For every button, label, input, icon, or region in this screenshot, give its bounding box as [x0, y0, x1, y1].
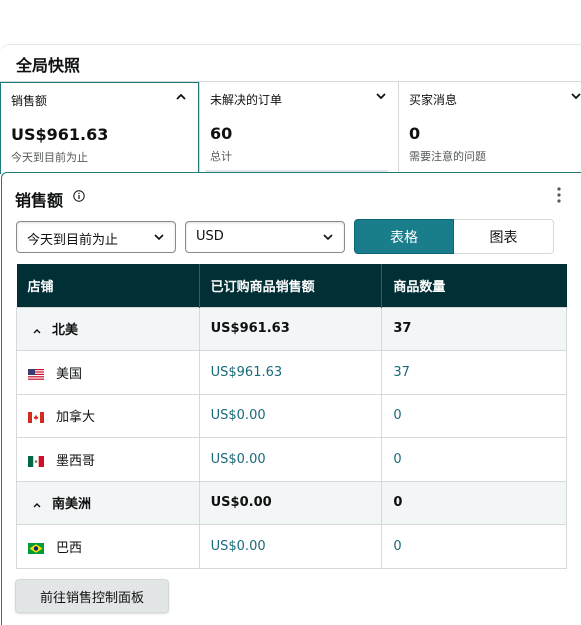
store-name: 加拿大	[56, 410, 96, 426]
open-orders-card-subtitle: 总计	[210, 150, 232, 163]
sales-cell[interactable]: US$0.00	[199, 393, 383, 438]
buyer-messages-card[interactable]: 买家消息 0 需要注意的问题	[399, 82, 581, 174]
table-row: 加拿大 US$0.00 0	[16, 393, 567, 438]
period-select-value: 今天到目前为止	[27, 233, 119, 248]
column-header-units: 商品数量	[381, 264, 567, 307]
table-row: 巴西 US$0.00 0	[16, 524, 567, 569]
currency-select[interactable]: USD	[185, 221, 345, 253]
panel-title: 销售额	[15, 191, 64, 210]
currency-select-value: USD	[196, 229, 224, 244]
open-orders-card-title: 未解决的订单	[210, 93, 283, 107]
info-icon[interactable]	[73, 190, 85, 202]
units-cell: 0	[381, 480, 567, 525]
sales-card[interactable]: 销售额 US$961.63 今天到目前为止	[0, 82, 199, 174]
store-name: 美国	[56, 366, 83, 382]
table-header-row: 店铺 已订购商品销售额 商品数量	[16, 264, 567, 307]
more-options-icon[interactable]	[555, 186, 563, 204]
store-cell: 墨西哥	[16, 437, 200, 481]
go-to-sales-dashboard-button[interactable]: 前往销售控制面板	[15, 579, 169, 613]
sales-card-value: US$961.63	[11, 125, 109, 144]
chart-view-button[interactable]: 图表	[454, 219, 554, 254]
units-cell: 37	[381, 306, 567, 351]
region-cell[interactable]: 北美	[16, 306, 200, 351]
store-name: 巴西	[56, 540, 83, 556]
units-cell[interactable]: 0	[381, 393, 567, 438]
sales-card-title: 销售额	[11, 94, 48, 108]
units-cell[interactable]: 0	[381, 524, 567, 569]
chevron-down-icon[interactable]	[374, 89, 388, 103]
top-bar	[0, 0, 581, 44]
column-header-store: 店铺	[16, 264, 200, 307]
chevron-up-icon[interactable]	[174, 90, 188, 104]
period-select[interactable]: 今天到目前为止	[16, 221, 176, 253]
chevron-down-icon	[323, 234, 333, 241]
store-cell: 美国	[16, 350, 200, 394]
units-cell[interactable]: 37	[381, 350, 567, 394]
buyer-messages-card-subtitle: 需要注意的问题	[409, 150, 486, 163]
region-cell[interactable]: 南美洲	[16, 480, 200, 525]
sales-cell[interactable]: US$0.00	[199, 437, 383, 481]
sales-cell: US$961.63	[199, 306, 383, 351]
sales-cell[interactable]: US$0.00	[199, 524, 383, 569]
open-orders-card-value: 60	[210, 124, 233, 143]
table-view-button[interactable]: 表格	[354, 219, 454, 254]
table-row: 墨西哥 US$0.00 0	[16, 437, 567, 481]
mexico-flag-icon	[28, 455, 44, 467]
chevron-down-icon	[154, 234, 164, 241]
units-cell[interactable]: 0	[381, 437, 567, 481]
sales-cell: US$0.00	[199, 480, 383, 525]
buyer-messages-card-title: 买家消息	[409, 93, 458, 107]
collapse-caret-icon[interactable]	[32, 327, 42, 335]
summary-cards: 销售额 US$961.63 今天到目前为止 未解决的订单 60 总计 买家消息 …	[0, 81, 581, 174]
us-flag-icon	[28, 368, 44, 380]
canada-flag-icon	[28, 412, 44, 424]
sales-table: 店铺 已订购商品销售额 商品数量 北美 US$961.63 37 美国 US$9…	[16, 264, 567, 569]
snapshot-title: 全局快照	[16, 56, 81, 75]
column-header-ordered-sales: 已订购商品销售额	[199, 264, 383, 307]
brazil-flag-icon	[28, 542, 44, 554]
sales-card-subtitle: 今天到目前为止	[11, 151, 88, 164]
chevron-down-icon[interactable]	[569, 89, 581, 103]
store-cell: 加拿大	[16, 393, 200, 438]
buyer-messages-card-value: 0	[409, 124, 421, 143]
sales-cell[interactable]: US$961.63	[199, 350, 383, 394]
region-name: 南美洲	[52, 497, 92, 513]
collapse-caret-icon[interactable]	[32, 501, 42, 509]
open-orders-card[interactable]: 未解决的订单 60 总计	[199, 82, 399, 174]
table-row: 北美 US$961.63 37	[16, 306, 567, 351]
store-name: 墨西哥	[56, 453, 96, 469]
region-name: 北美	[52, 323, 79, 339]
table-row: 美国 US$961.63 37	[16, 350, 567, 394]
store-cell: 巴西	[16, 524, 200, 569]
table-row: 南美洲 US$0.00 0	[16, 480, 567, 525]
